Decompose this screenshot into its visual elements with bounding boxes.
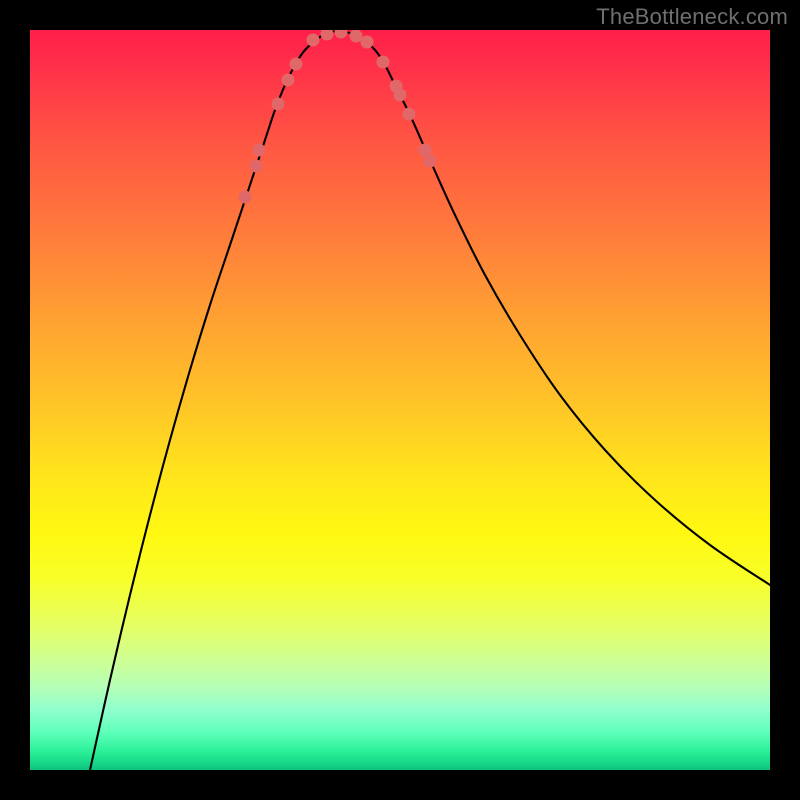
curve-marker [394, 89, 407, 102]
curve-marker [307, 34, 320, 47]
curve-marker [239, 191, 252, 204]
curve-marker [424, 155, 437, 168]
curve-marker [272, 98, 285, 111]
curve-marker [250, 160, 263, 173]
curve-line [90, 31, 770, 770]
curve-marker [282, 74, 295, 87]
watermark-text: TheBottleneck.com [596, 4, 788, 30]
curve-marker [350, 30, 363, 43]
curve-markers [239, 30, 437, 204]
plot-area [30, 30, 770, 770]
curve-marker [253, 144, 266, 157]
curve-marker [290, 58, 303, 71]
curve-marker [335, 30, 348, 39]
chart-svg [30, 30, 770, 770]
curve-marker [377, 56, 390, 69]
curve-marker [403, 108, 416, 121]
curve-marker [321, 30, 334, 41]
chart-frame: TheBottleneck.com [0, 0, 800, 800]
curve-marker [361, 36, 374, 49]
